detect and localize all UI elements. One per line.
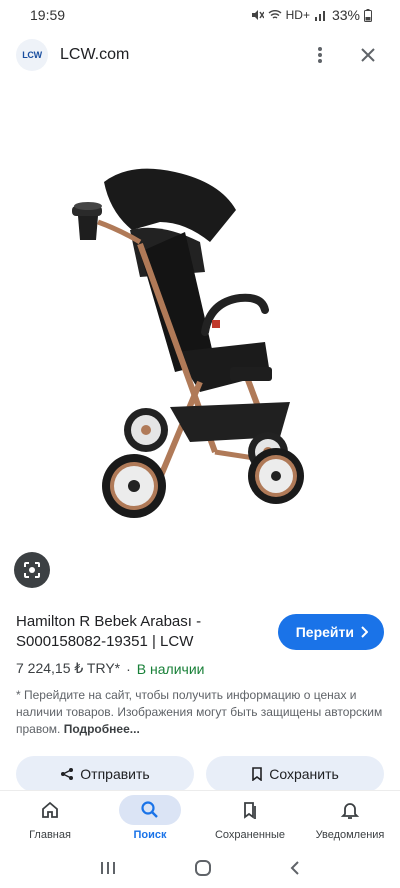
more-link[interactable]: Подробнее...	[64, 722, 140, 736]
disclaimer: * Перейдите на сайт, чтобы получить инфо…	[16, 687, 384, 738]
wifi-icon	[268, 10, 282, 19]
status-bar: 19:59 HD+ 33%	[0, 0, 400, 30]
product-title[interactable]: Hamilton R Bebek Arabası - S000158082-19…	[16, 612, 256, 652]
more-options-button[interactable]	[308, 43, 332, 67]
goto-label: Перейти	[295, 624, 354, 640]
logo-text: LCW	[22, 50, 42, 60]
lens-icon	[24, 562, 40, 578]
action-buttons: Отправить Сохранить	[16, 756, 384, 792]
close-button[interactable]	[356, 43, 380, 67]
google-lens-button[interactable]	[14, 552, 50, 588]
bell-icon	[340, 803, 360, 819]
system-nav	[0, 848, 400, 888]
network-type: HD+	[285, 8, 310, 22]
back-icon[interactable]	[289, 860, 301, 876]
nav-label-home: Главная	[29, 829, 71, 841]
status-time: 19:59	[30, 7, 66, 23]
product-image[interactable]	[0, 82, 400, 604]
source-header: LCW LCW.com	[0, 34, 400, 76]
close-icon	[361, 48, 375, 62]
share-icon	[61, 768, 74, 780]
share-label: Отправить	[80, 766, 150, 782]
nav-item-saved[interactable]: Сохраненные	[200, 791, 300, 848]
nav-label-notifications: Уведомления	[315, 829, 385, 841]
nav-label-saved: Сохраненные	[214, 829, 286, 841]
battery-percent: 33%	[331, 7, 360, 23]
chevron-right-icon	[361, 626, 368, 638]
nav-item-notifications[interactable]: Уведомления	[300, 791, 400, 848]
battery-icon	[364, 8, 372, 22]
saved-icon	[244, 802, 256, 819]
more-vert-icon	[318, 47, 322, 63]
price-line: 7 224,15 ₺ TRY* · В наличии	[16, 660, 384, 677]
stock-status: В наличии	[136, 660, 205, 677]
search-icon	[141, 801, 158, 818]
recents-icon[interactable]	[99, 860, 117, 876]
home-circle-icon[interactable]	[194, 859, 212, 877]
nav-label-search: Поиск	[133, 829, 167, 841]
home-icon	[42, 801, 58, 818]
nav-item-home[interactable]: Главная	[0, 791, 100, 848]
product-info: Hamilton R Bebek Arabası - S000158082-19…	[16, 612, 384, 738]
save-button[interactable]: Сохранить	[206, 756, 384, 792]
stroller-image	[72, 168, 304, 518]
separator: ·	[126, 660, 131, 677]
site-name[interactable]: LCW.com	[60, 46, 129, 64]
site-logo: LCW	[16, 39, 48, 71]
price: 7 224,15 ₺ TRY*	[16, 660, 121, 676]
mute-icon	[251, 10, 264, 20]
share-button[interactable]: Отправить	[16, 756, 194, 792]
goto-button[interactable]: Перейти	[277, 614, 384, 650]
signal-icon	[314, 11, 325, 21]
bookmark-icon	[252, 767, 263, 781]
save-label: Сохранить	[269, 766, 339, 782]
status-icons: HD+ 33%	[250, 7, 372, 23]
nav-item-search[interactable]: Поиск	[100, 791, 200, 848]
bottom-nav: Главная Поиск Сохраненные Уведомления	[0, 790, 400, 848]
